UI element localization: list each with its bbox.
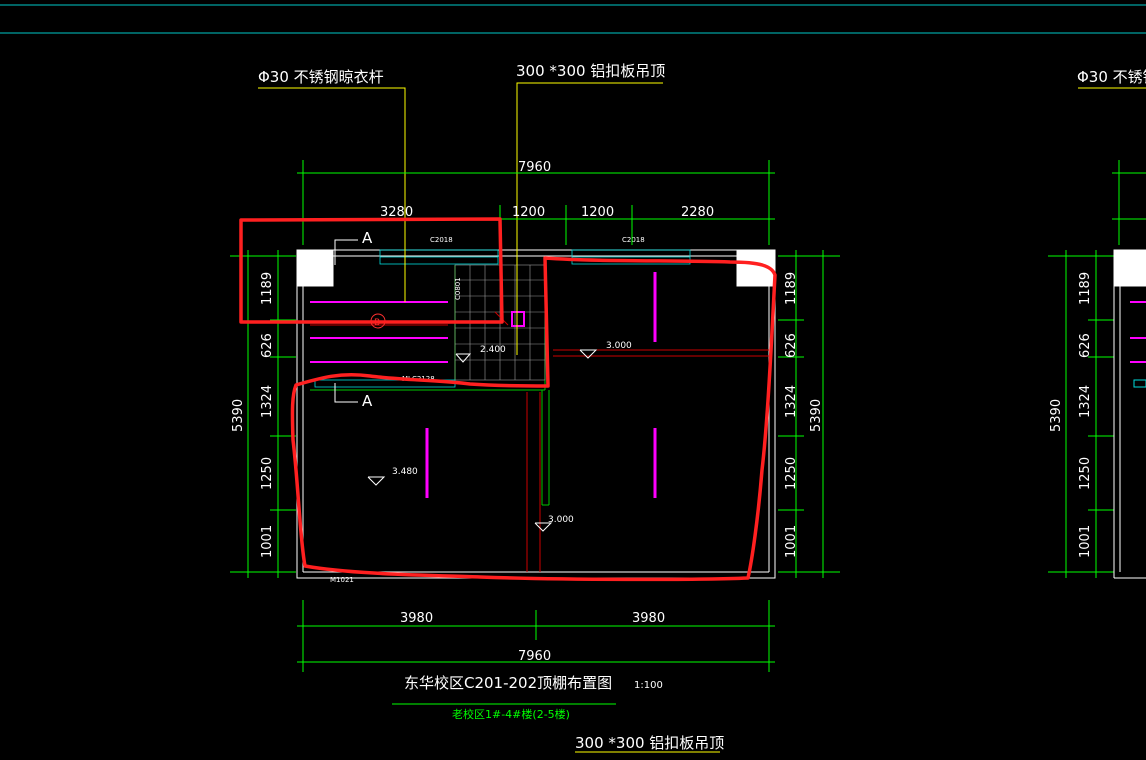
- dim-right-4: 1250: [784, 457, 799, 490]
- dim-bottom-right: 3980: [632, 611, 665, 626]
- partial-dim-4: 1250: [1078, 457, 1093, 490]
- dim-bottom-left: 3980: [400, 611, 433, 626]
- partial-dim-3: 1324: [1078, 385, 1093, 418]
- cad-drawing: A A B C2018 C2018 MLC2128 M1021 C0801 2.…: [0, 4, 1146, 753]
- section-lines: [310, 311, 769, 572]
- dim-left-2: 626: [260, 333, 275, 358]
- partial-plan-right: [1048, 87, 1146, 579]
- label-ceiling: 300 *300 铝扣板吊顶: [516, 62, 665, 80]
- label-ceiling-bottom: 300 *300 铝扣板吊顶: [575, 734, 724, 752]
- dim-seg3: 1200: [581, 205, 614, 220]
- dim-left-1: 1189: [260, 272, 275, 305]
- dim-right-2: 626: [784, 333, 799, 358]
- dim-seg2: 1200: [512, 205, 545, 220]
- elevation-2: 3.000: [606, 341, 632, 351]
- dimension-lines: [230, 160, 840, 672]
- dim-left-4: 1250: [260, 457, 275, 490]
- dim-left-3: 1324: [260, 385, 275, 418]
- drawing-subtitle: 老校区1#-4#楼(2-5楼): [452, 707, 570, 721]
- dim-right-total: 5390: [809, 399, 824, 432]
- dim-top-total: 7960: [518, 160, 551, 175]
- section-mark-top: A: [362, 229, 373, 247]
- elevation-4: 3.000: [548, 515, 574, 525]
- label-clothes-rail-partial: Φ30 不锈钢: [1077, 68, 1146, 86]
- dim-seg4: 2280: [681, 205, 714, 220]
- label-clothes-rail: Φ30 不锈钢晾衣杆: [258, 68, 384, 86]
- dim-left-total: 5390: [231, 399, 246, 432]
- drawing-scale: 1:100: [634, 680, 663, 691]
- partial-dim-5: 1001: [1078, 525, 1093, 558]
- section-mark-bottom: A: [362, 392, 373, 410]
- leaders: [258, 82, 720, 753]
- dim-left-5: 1001: [260, 525, 275, 558]
- window-tag-right: C2018: [622, 236, 645, 244]
- plan-walls: [296, 249, 776, 579]
- door-tag-m: M1021: [330, 576, 354, 584]
- window-tag-left: C2018: [430, 236, 453, 244]
- drawing-frame: [0, 4, 1146, 34]
- dim-right-1: 1189: [784, 272, 799, 305]
- vertical-tag: C0801: [454, 277, 462, 300]
- dim-bottom-total: 7960: [518, 649, 551, 664]
- drawing-title: 东华校区C201-202顶棚布置图: [404, 674, 612, 692]
- dim-right-3: 1324: [784, 385, 799, 418]
- partial-dim-1: 1189: [1078, 272, 1093, 305]
- partial-dim-total: 5390: [1049, 399, 1064, 432]
- elevation-1: 2.400: [480, 345, 506, 355]
- elevation-3: 3.480: [392, 467, 418, 477]
- partial-dim-2: 626: [1078, 333, 1093, 358]
- dim-right-5: 1001: [784, 525, 799, 558]
